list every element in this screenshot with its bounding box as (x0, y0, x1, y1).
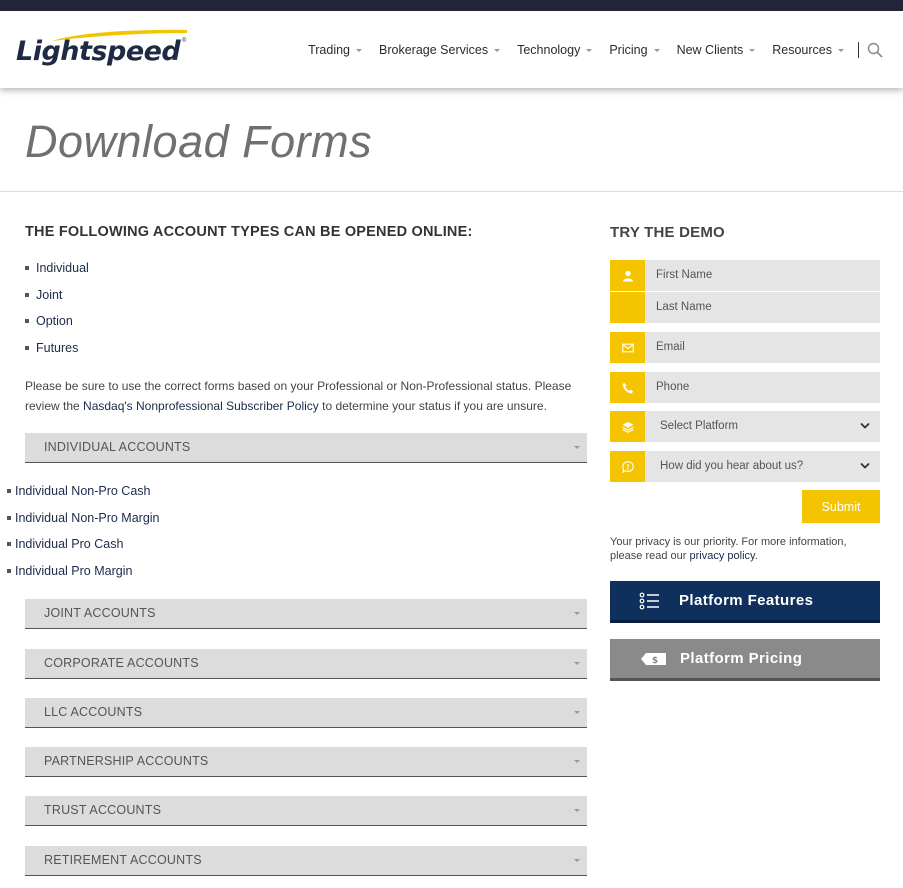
accordion-corporate-accounts[interactable]: CORPORATE ACCOUNTS (25, 649, 587, 679)
caret-down-icon (749, 48, 756, 52)
caret-down-icon (574, 612, 580, 615)
privacy-policy-link[interactable]: privacy policy (690, 550, 755, 562)
logo-wordmark: Lightspeed (16, 36, 181, 67)
caret-down-icon (574, 711, 580, 714)
page-title: Download Forms (25, 116, 373, 167)
caret-down-icon (574, 446, 580, 449)
referral-select[interactable]: How did you hear about us? (610, 451, 880, 482)
caret-down-icon (574, 859, 580, 862)
top-strip (0, 0, 903, 11)
nav-separator (858, 42, 859, 58)
nav-label: New Clients (676, 43, 744, 57)
svg-text:$: $ (652, 656, 658, 666)
chat-info-icon (610, 451, 645, 482)
main-nav: Trading Brokerage Services Technology Pr… (291, 42, 883, 58)
privacy-note: Your privacy is our priority. For more i… (610, 535, 880, 563)
caret-down-icon (838, 48, 844, 52)
caret-down-icon (653, 48, 660, 52)
accordion-joint-accounts[interactable]: JOINT ACCOUNTS (25, 599, 587, 629)
nav-item-new-clients[interactable]: New Clients (677, 43, 756, 57)
nav-item-trading[interactable]: Trading (308, 43, 363, 57)
accordion-trust-accounts[interactable]: TRUST ACCOUNTS (25, 796, 587, 826)
caret-down-icon (494, 48, 501, 52)
platform-features-button[interactable]: Platform Features (610, 581, 880, 623)
field-placeholder: First Name (656, 269, 713, 281)
nav-label: Trading (308, 43, 351, 57)
cta-label: Platform Features (679, 592, 814, 609)
demo-title: TRY THE DEMO (610, 224, 725, 241)
submit-button[interactable]: Submit (802, 490, 880, 523)
email-field[interactable]: Email (610, 332, 880, 363)
accordion-label: RETIREMENT ACCOUNTS (44, 853, 202, 867)
accordion-label: JOINT ACCOUNTS (44, 606, 156, 620)
nav-item-resources[interactable]: Resources (772, 43, 844, 57)
platform-select[interactable]: Select Platform (610, 411, 880, 442)
nav-label: Brokerage Services (379, 43, 489, 57)
list-item[interactable]: Option (25, 314, 89, 341)
last-name-field[interactable]: Last Name (610, 292, 880, 323)
chevron-down-icon (860, 462, 870, 469)
accordion-label: CORPORATE ACCOUNTS (44, 656, 199, 670)
cta-label: Platform Pricing (680, 650, 803, 667)
list-item[interactable]: Joint (25, 288, 89, 315)
list-item[interactable]: Individual (25, 261, 89, 288)
list-item[interactable]: Individual Pro Cash (7, 537, 160, 564)
nav-item-pricing[interactable]: Pricing (609, 43, 660, 57)
accordion-label: INDIVIDUAL ACCOUNTS (44, 440, 191, 454)
phone-icon (610, 372, 645, 403)
nav-label: Technology (517, 43, 581, 57)
note-text-end: to determine your status if you are unsu… (318, 398, 547, 413)
list-item[interactable]: Individual Pro Margin (7, 564, 160, 591)
caret-down-icon (574, 809, 580, 812)
nasdaq-policy-link[interactable]: Nasdaq's Nonprofessional Subscriber Poli… (83, 399, 319, 413)
chevron-down-icon (860, 422, 870, 429)
envelope-icon (610, 332, 645, 363)
caret-down-icon (574, 662, 580, 665)
field-placeholder: Phone (656, 381, 690, 393)
account-types-heading: THE FOLLOWING ACCOUNT TYPES CAN BE OPENE… (25, 224, 473, 240)
individual-forms-list: Individual Non-Pro Cash Individual Non-P… (7, 484, 160, 590)
list-item[interactable]: Individual Non-Pro Margin (7, 511, 160, 538)
caret-down-icon (574, 760, 580, 763)
list-item[interactable]: Futures (25, 341, 89, 368)
site-header: Lightspeed ® Trading Brokerage Services … (0, 11, 903, 88)
accordion-label: TRUST ACCOUNTS (44, 803, 162, 817)
select-value: Select Platform (660, 420, 738, 432)
accordion-individual-accounts[interactable]: INDIVIDUAL ACCOUNTS (25, 433, 587, 463)
platform-pricing-button[interactable]: $ Platform Pricing (610, 639, 880, 681)
accordion-retirement-accounts[interactable]: RETIREMENT ACCOUNTS (25, 846, 587, 876)
phone-field[interactable]: Phone (610, 372, 880, 403)
select-value: How did you hear about us? (660, 460, 804, 472)
account-types-list: Individual Joint Option Futures (25, 261, 89, 367)
caret-down-icon (586, 48, 593, 52)
privacy-text-end: . (754, 550, 758, 562)
accordion-llc-accounts[interactable]: LLC ACCOUNTS (25, 698, 587, 728)
field-icon-blank (610, 292, 645, 323)
page-title-band: Download Forms (0, 88, 903, 192)
status-note: Please be sure to use the correct forms … (25, 377, 585, 416)
accordion-partnership-accounts[interactable]: PARTNERSHIP ACCOUNTS (25, 747, 587, 777)
accordion-label: LLC ACCOUNTS (44, 705, 143, 719)
nav-label: Pricing (609, 43, 648, 57)
logo-trademark: ® (182, 38, 187, 44)
accordion-label: PARTNERSHIP ACCOUNTS (44, 754, 209, 768)
list-icon (639, 592, 659, 609)
user-icon (610, 260, 645, 291)
list-item[interactable]: Individual Non-Pro Cash (7, 484, 160, 511)
layers-icon (610, 411, 645, 442)
first-name-field[interactable]: First Name (610, 260, 880, 291)
field-placeholder: Email (656, 341, 685, 353)
price-tag-icon: $ (641, 652, 666, 666)
nav-item-technology[interactable]: Technology (517, 43, 593, 57)
nav-item-brokerage-services[interactable]: Brokerage Services (379, 43, 501, 57)
lightspeed-logo[interactable]: Lightspeed ® (16, 28, 187, 67)
field-placeholder: Last Name (656, 301, 712, 313)
caret-down-icon (356, 48, 363, 52)
search-icon[interactable] (867, 42, 883, 58)
nav-label: Resources (772, 43, 832, 57)
